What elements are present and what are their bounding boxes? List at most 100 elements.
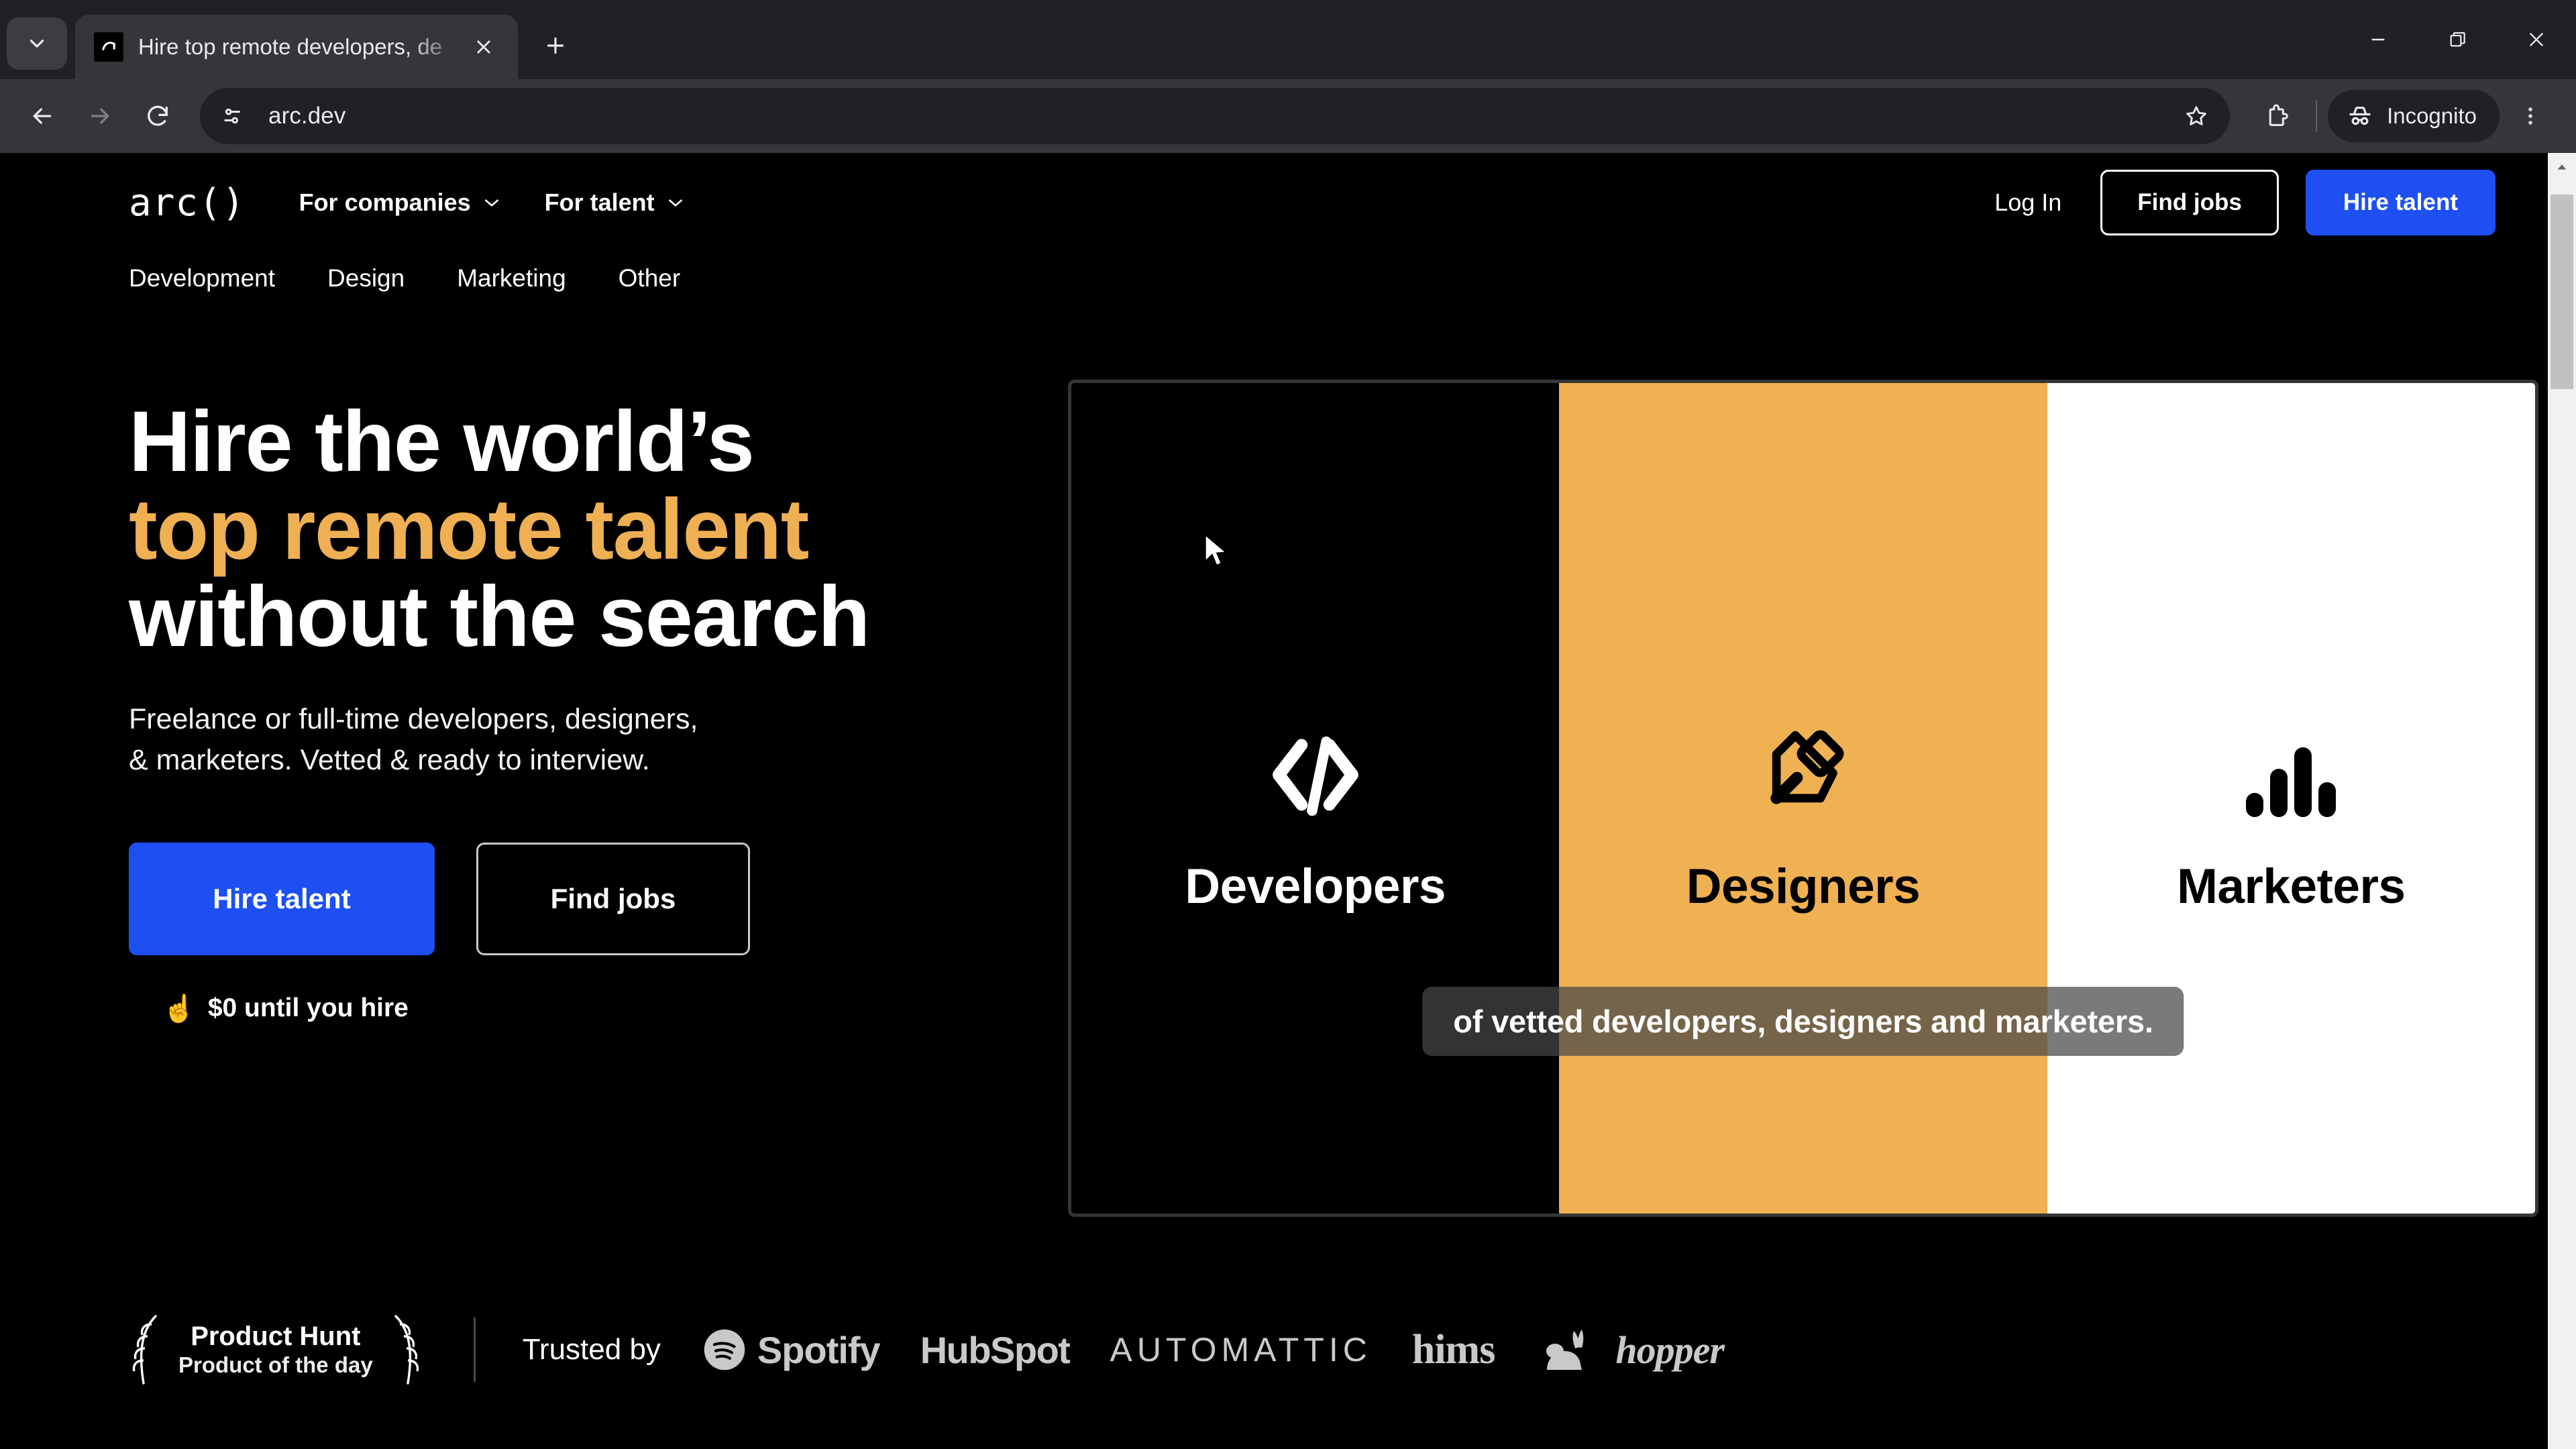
logo-hubspot: HubSpot xyxy=(920,1328,1071,1372)
scrollbar-up-button[interactable] xyxy=(2548,153,2576,181)
headline-line-1: Hire the world’s xyxy=(129,394,755,490)
incognito-label: Incognito xyxy=(2387,103,2477,128)
hero-find-jobs-button[interactable]: Find jobs xyxy=(476,842,750,955)
bookmark-button[interactable] xyxy=(2172,92,2220,140)
forward-arrow-icon xyxy=(91,108,109,124)
arc-favicon-glyph xyxy=(102,42,115,51)
pointing-up-hand-icon: ☝ xyxy=(162,994,196,1024)
product-hunt-subtitle: Product of the day xyxy=(178,1352,373,1378)
login-link[interactable]: Log In xyxy=(1982,189,2074,217)
tab-title: Hire top remote developers, de xyxy=(138,34,443,59)
logo-label: HubSpot xyxy=(920,1328,1071,1371)
product-hunt-badge[interactable]: Product Hunt Product of the day xyxy=(129,1313,423,1386)
tab-search-button[interactable] xyxy=(7,17,67,70)
secondary-nav: Development Design Marketing Other xyxy=(0,252,2548,292)
toolbar-divider xyxy=(2316,100,2318,132)
client-logos: Spotify HubSpot AUTOMATTIC hims hopper xyxy=(702,1326,1725,1374)
header-actions: Log In Find jobs Hire talent xyxy=(1982,170,2496,235)
scroll-up-arrow-icon xyxy=(2557,164,2567,170)
logo-spotify: Spotify xyxy=(702,1328,881,1372)
video-caption: of vetted developers, designers and mark… xyxy=(1422,987,2184,1056)
hero-video-panels: Developers Designers Marketers xyxy=(1071,383,2535,1214)
logo-label: AUTOMATTIC xyxy=(1110,1331,1372,1368)
window-close-icon xyxy=(2529,32,2544,47)
header-find-jobs-button[interactable]: Find jobs xyxy=(2100,170,2279,235)
hero-copy: Hire the world’s top remote talent witho… xyxy=(129,380,947,1217)
hero-section: Hire the world’s top remote talent witho… xyxy=(0,292,2548,1217)
minimize-button[interactable] xyxy=(2339,0,2418,79)
back-button[interactable] xyxy=(13,87,71,145)
nav-item-marketing[interactable]: Marketing xyxy=(457,264,566,292)
arc-favicon xyxy=(94,32,123,62)
pricing-note-label: $0 until you hire xyxy=(207,994,409,1023)
back-arrow-icon xyxy=(33,108,52,124)
window-controls xyxy=(2339,0,2576,79)
nav-item-other[interactable]: Other xyxy=(619,264,681,292)
hero-subtitle-line-1: Freelance or full-time developers, desig… xyxy=(129,702,698,735)
browser-tab[interactable]: Hire top remote developers, de xyxy=(75,15,518,79)
panel-marketers: Marketers xyxy=(2047,383,2535,1214)
scrollbar-thumb[interactable] xyxy=(2551,195,2573,389)
bar-chart-icon xyxy=(2243,683,2339,817)
trusted-by-label: Trusted by xyxy=(522,1333,661,1366)
new-tab-button[interactable] xyxy=(530,20,581,71)
logo-automattic: AUTOMATTIC xyxy=(1110,1330,1371,1369)
arc-logo[interactable]: arc() xyxy=(129,181,246,225)
logo-label: Spotify xyxy=(757,1328,881,1371)
logo-hopper: hopper xyxy=(1535,1328,1725,1373)
chrome-menu-button[interactable] xyxy=(2502,88,2559,144)
restore-icon xyxy=(2450,32,2465,47)
product-hunt-text: Product Hunt Product of the day xyxy=(178,1321,373,1379)
header-hire-talent-button[interactable]: Hire talent xyxy=(2305,170,2496,235)
panel-label: Developers xyxy=(1185,859,1446,914)
panel-label: Designers xyxy=(1686,859,1921,914)
site-header: arc() For companies For talent Log In Fi… xyxy=(0,153,2548,252)
logo-hims: hims xyxy=(1412,1326,1495,1374)
headline-accent: top remote talent xyxy=(129,481,809,578)
arc-dev-page: arc() For companies For talent Log In Fi… xyxy=(0,153,2548,1449)
chevron-down-icon xyxy=(484,199,498,207)
incognito-indicator[interactable]: Incognito xyxy=(2328,90,2500,142)
minimize-icon xyxy=(2371,38,2385,41)
tab-strip: Hire top remote developers, de xyxy=(0,0,2576,79)
window-close-button[interactable] xyxy=(2497,0,2576,79)
url-text[interactable]: arc.dev xyxy=(255,103,2172,129)
extensions-button[interactable] xyxy=(2249,88,2305,144)
tab-close-button[interactable] xyxy=(466,29,502,65)
reload-button[interactable] xyxy=(129,87,186,145)
reload-icon xyxy=(148,105,168,126)
code-brackets-icon xyxy=(1265,683,1366,817)
kebab-menu-icon xyxy=(2528,107,2532,125)
headline-line-3: without the search xyxy=(129,569,870,665)
panel-designers: Designers xyxy=(1559,383,2047,1214)
panel-label: Marketers xyxy=(2177,859,2406,914)
chevron-down-icon xyxy=(668,199,682,207)
browser-window: Hire top remote developers, de arc.dev I… xyxy=(0,0,2576,1449)
chevron-down-icon xyxy=(30,40,44,48)
address-bar[interactable]: arc.dev xyxy=(200,88,2231,144)
site-info-button[interactable] xyxy=(211,94,255,138)
close-icon xyxy=(477,40,490,54)
hero-video[interactable]: Developers Designers Marketers of vetted… xyxy=(1068,380,2538,1217)
forward-button[interactable] xyxy=(71,87,129,145)
maximize-button[interactable] xyxy=(2418,0,2497,79)
nav-item-label: For talent xyxy=(544,189,655,216)
hero-subtitle-line-2: & marketers. Vetted & ready to interview… xyxy=(129,743,650,776)
browser-toolbar: arc.dev Incognito xyxy=(0,79,2576,153)
incognito-hat-icon xyxy=(2349,107,2371,125)
code-brackets-glyph xyxy=(1272,736,1358,816)
puzzle-piece-icon xyxy=(2269,104,2288,126)
hero-cta-row: Hire talent Find jobs xyxy=(129,842,947,955)
pen-nib-glyph xyxy=(1770,730,1844,804)
hero-subtitle: Freelance or full-time developers, desig… xyxy=(129,699,820,781)
nav-item-for-talent[interactable]: For talent xyxy=(545,189,684,217)
page-scrollbar[interactable] xyxy=(2548,153,2576,1449)
hero-hire-talent-button[interactable]: Hire talent xyxy=(129,842,435,955)
trust-strip: Product Hunt Product of the day Trusted … xyxy=(0,1303,2548,1397)
nav-item-design[interactable]: Design xyxy=(327,264,405,292)
pen-nib-icon xyxy=(1753,683,1854,817)
nav-item-for-companies[interactable]: For companies xyxy=(299,189,500,217)
page-title: Hire the world’s top remote talent witho… xyxy=(129,398,947,661)
nav-item-development[interactable]: Development xyxy=(129,264,275,292)
star-icon xyxy=(2186,106,2206,125)
